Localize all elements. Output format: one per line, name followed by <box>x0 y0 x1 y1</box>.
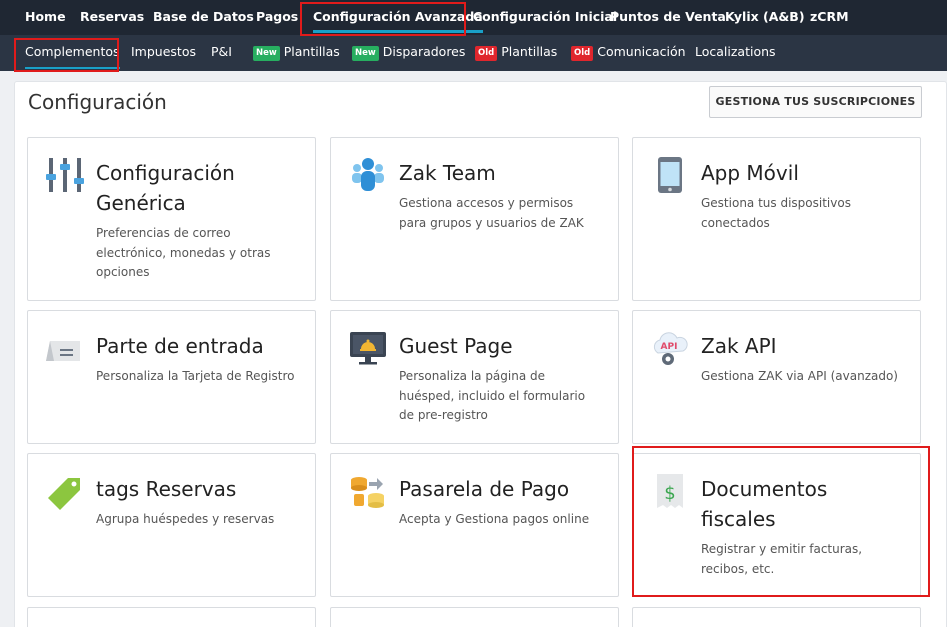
sub-nav: Complementos Impuestos P&I New Plantillas… <box>0 35 947 71</box>
old-badge: Old <box>475 46 498 61</box>
card-guest-page[interactable]: Guest Page Personaliza la página de hués… <box>330 310 619 444</box>
card-title: Zak Team <box>399 161 496 185</box>
subnav-disparadores[interactable]: New Disparadores <box>352 35 465 69</box>
new-badge: New <box>352 46 379 61</box>
card-title: tags Reservas <box>96 477 237 501</box>
highlight-box <box>14 38 119 72</box>
subnav-plantillas-new[interactable]: New Plantillas <box>253 35 340 69</box>
nav-reservas[interactable]: Reservas <box>80 0 144 33</box>
card-tags-reservas[interactable]: tags Reservas Agrupa huéspedes y reserva… <box>27 453 316 597</box>
subnav-comunicacion-label: Comunicación <box>597 44 686 59</box>
subnav-localizations-label: Localizations <box>695 44 776 59</box>
monitor-icon <box>349 329 387 367</box>
card-app-movil[interactable]: App Móvil Gestiona tus dispositivos cone… <box>632 137 921 301</box>
card-partial[interactable] <box>632 607 921 627</box>
card-zak-team[interactable]: Zak Team Gestiona accesos y permisos par… <box>330 137 619 301</box>
card-zak-api[interactable]: API Zak API Gestiona ZAK via API (avanza… <box>632 310 921 444</box>
card-description: Personaliza la Tarjeta de Registro <box>96 369 295 383</box>
subnav-plantillas-new-label: Plantillas <box>283 44 340 59</box>
tag-icon <box>46 472 84 510</box>
api-cloud-icon: API <box>651 329 689 367</box>
card-icon <box>46 329 84 367</box>
card-title: Configuración Genérica <box>96 161 235 215</box>
sliders-icon <box>46 156 84 194</box>
card-partial[interactable] <box>330 607 619 627</box>
card-parte-de-entrada[interactable]: Parte de entrada Personaliza la Tarjeta … <box>27 310 316 444</box>
svg-text:API: API <box>661 342 678 352</box>
subnav-localizations[interactable]: Localizations <box>695 35 776 69</box>
new-badge: New <box>253 46 280 61</box>
subnav-disparadores-label: Disparadores <box>382 44 466 59</box>
manage-subscriptions-button[interactable]: GESTIONA TUS SUSCRIPCIONES <box>709 86 922 118</box>
card-description: Personaliza la página de huésped, inclui… <box>399 369 586 422</box>
card-description: Gestiona tus dispositivos conectados <box>701 196 851 230</box>
nav-kylix[interactable]: Kylix (A&B) <box>725 0 805 33</box>
subnav-plantillas-old[interactable]: Old Plantillas <box>475 35 557 69</box>
subnav-impuestos[interactable]: Impuestos <box>131 35 196 69</box>
subnav-impuestos-label: Impuestos <box>131 44 196 59</box>
nav-base-de-datos[interactable]: Base de Datos <box>153 0 254 33</box>
old-badge: Old <box>571 46 594 61</box>
card-description: Preferencias de correo electrónico, mone… <box>96 226 271 279</box>
card-title: Zak API <box>701 334 777 358</box>
card-configuracion-generica[interactable]: Configuración Genérica Preferencias de c… <box>27 137 316 301</box>
nav-puntos-de-venta[interactable]: Puntos de Venta <box>610 0 726 33</box>
card-description: Gestiona ZAK via API (avanzado) <box>701 369 898 383</box>
subnav-comunicacion[interactable]: Old Comunicación <box>571 35 686 69</box>
page-title: Configuración <box>28 90 167 114</box>
subnav-pi[interactable]: P&I <box>211 35 232 69</box>
card-title: Parte de entrada <box>96 334 264 358</box>
highlight-box <box>300 2 466 36</box>
card-title: Pasarela de Pago <box>399 477 570 501</box>
phone-icon <box>651 156 689 194</box>
card-pasarela-de-pago[interactable]: Pasarela de Pago Acepta y Gestiona pagos… <box>330 453 619 597</box>
highlight-box <box>632 446 930 597</box>
subnav-pi-label: P&I <box>211 44 232 59</box>
nav-home[interactable]: Home <box>25 0 66 33</box>
team-icon <box>349 156 387 194</box>
nav-zcrm[interactable]: zCRM <box>810 0 849 33</box>
card-description: Agrupa huéspedes y reservas <box>96 512 275 526</box>
nav-pagos[interactable]: Pagos <box>256 0 298 33</box>
card-title: Guest Page <box>399 334 513 358</box>
subnav-plantillas-old-label: Plantillas <box>501 44 558 59</box>
nav-configuracion-inicial[interactable]: Configuración Inicial <box>473 0 617 33</box>
coins-icon <box>349 472 387 510</box>
card-title: App Móvil <box>701 161 799 185</box>
top-nav: Home Reservas Base de Datos Pagos Config… <box>0 0 947 35</box>
card-description: Acepta y Gestiona pagos online <box>399 512 590 526</box>
card-partial[interactable] <box>27 607 316 627</box>
card-description: Gestiona accesos y permisos para grupos … <box>399 196 584 230</box>
